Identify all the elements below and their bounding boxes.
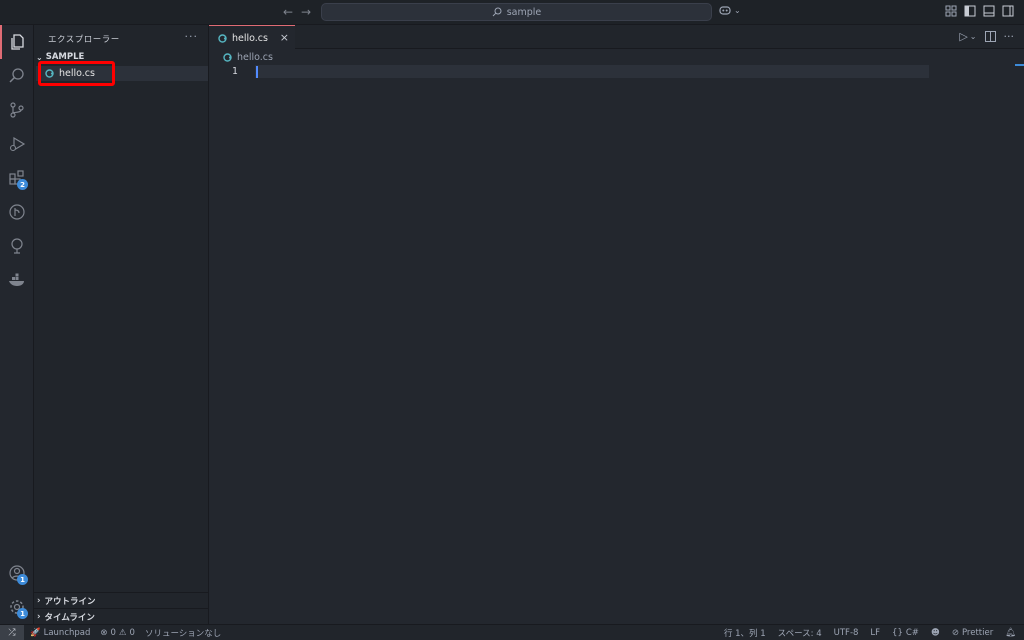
search-button[interactable] <box>0 59 34 93</box>
docker-button[interactable] <box>0 263 34 297</box>
warning-icon: ⚠ <box>118 627 127 638</box>
highlight-box <box>38 61 115 86</box>
chevron-down-icon[interactable]: ⌄ <box>970 32 977 41</box>
copilot-icon <box>719 6 731 15</box>
customize-layout-icon[interactable] <box>945 5 957 17</box>
breadcrumb[interactable]: hello.cs <box>223 52 273 63</box>
docker-icon <box>9 273 24 286</box>
files-icon <box>11 34 24 50</box>
gitlens-icon <box>9 204 25 220</box>
explorer-sidebar: エクスプローラー ··· ⌄ SAMPLE hello.cs › アウトライン … <box>34 25 209 624</box>
language-mode[interactable]: {} C# <box>892 628 919 638</box>
rocket-icon: 🚀 <box>30 627 41 638</box>
accounts-badge: 1 <box>17 574 28 585</box>
outline-label: アウトライン <box>44 596 96 607</box>
tree-icon <box>11 238 23 254</box>
current-line-highlight <box>255 65 929 78</box>
sidebar-title: エクスプローラー <box>48 35 120 45</box>
search-icon <box>9 68 24 83</box>
indentation[interactable]: スペース: 4 <box>778 627 822 639</box>
close-icon[interactable]: × <box>280 31 289 44</box>
remote-icon: ⤮ <box>8 627 16 638</box>
language-label: C# <box>905 628 919 638</box>
command-center-search[interactable]: sample <box>321 3 712 21</box>
chevron-down-icon: ⌄ <box>734 5 741 15</box>
back-arrow-icon[interactable]: ← <box>283 5 293 19</box>
text-cursor[interactable] <box>256 66 258 78</box>
layout-controls <box>945 5 1014 17</box>
timeline-section[interactable]: › タイムライン <box>34 608 209 624</box>
more-actions-icon[interactable]: ··· <box>185 30 199 43</box>
run-debug-button[interactable] <box>0 127 34 161</box>
title-bar: ← → sample ⌄ <box>0 0 1024 25</box>
tree-view-button[interactable] <box>0 229 34 263</box>
accounts-button[interactable]: 1 <box>0 556 34 590</box>
tab-hello-cs[interactable]: hello.cs × <box>209 25 295 50</box>
chevron-right-icon: › <box>37 611 41 622</box>
launchpad-label: Launchpad <box>43 627 91 638</box>
csharp-icon <box>223 53 232 62</box>
split-editor-icon[interactable] <box>984 31 996 42</box>
status-bar: ⤮ 🚀 Launchpad ⊗ 0 ⚠ 0 ソリューションなし 行 1、列 1 … <box>0 624 1024 640</box>
remote-indicator[interactable]: ⤮ <box>0 624 24 640</box>
copilot-status-icon[interactable]: ☻ <box>931 628 940 638</box>
end-of-line[interactable]: LF <box>870 628 880 638</box>
prettier-item[interactable]: ⊘ Prettier <box>952 628 993 638</box>
prettier-label: Prettier <box>961 628 994 638</box>
source-control-button[interactable] <box>0 93 34 127</box>
chevron-right-icon: › <box>37 595 41 606</box>
gitlens-button[interactable] <box>0 195 34 229</box>
scrollbar-marker <box>1015 64 1024 66</box>
timeline-label: タイムライン <box>44 612 95 623</box>
run-icon[interactable]: ▷ <box>959 30 967 43</box>
error-count: 0 <box>110 627 116 638</box>
manage-badge: 1 <box>17 608 28 619</box>
toggle-panel-icon[interactable] <box>983 5 995 17</box>
toggle-primary-sidebar-icon[interactable] <box>964 5 976 17</box>
editor-actions: ▷ ⌄ ··· <box>959 30 1014 43</box>
source-control-icon <box>10 102 24 118</box>
solution-status[interactable]: ソリューションなし <box>145 627 221 639</box>
toggle-secondary-sidebar-icon[interactable] <box>1002 5 1014 17</box>
error-icon: ⊗ <box>100 627 108 638</box>
extensions-badge: 2 <box>17 179 28 190</box>
run-debug-icon <box>9 136 26 152</box>
csharp-icon <box>218 33 227 43</box>
forward-arrow-icon[interactable]: → <box>301 5 311 19</box>
line-number: 1 <box>232 66 238 77</box>
editor-area: hello.cs × ▷ ⌄ ··· hello.cs 1 <box>209 25 1024 624</box>
cursor-position[interactable]: 行 1、列 1 <box>724 627 766 639</box>
extensions-button[interactable]: 2 <box>0 161 34 195</box>
problems-item[interactable]: ⊗ 0 ⚠ 0 <box>100 628 135 638</box>
command-center-label: sample <box>506 6 542 18</box>
encoding[interactable]: UTF-8 <box>834 628 859 638</box>
tab-label: hello.cs <box>232 32 268 44</box>
outline-section[interactable]: › アウトライン <box>34 592 209 608</box>
more-actions-icon[interactable]: ··· <box>1004 30 1015 43</box>
explorer-button[interactable] <box>0 25 34 59</box>
tab-bar: hello.cs × ▷ ⌄ ··· <box>209 25 1024 50</box>
launchpad-item[interactable]: 🚀 Launchpad <box>30 628 90 638</box>
warning-count: 0 <box>129 627 135 638</box>
prettier-icon: ⊘ <box>951 628 959 638</box>
manage-button[interactable]: 1 <box>0 590 34 624</box>
search-icon <box>492 7 502 17</box>
bell-icon[interactable]: 🔔︎ <box>1005 628 1016 638</box>
breadcrumb-file: hello.cs <box>237 52 273 63</box>
braces-icon: {} <box>892 628 903 638</box>
activity-bar: 2 1 1 <box>0 25 34 624</box>
copilot-button[interactable]: ⌄ <box>718 4 741 16</box>
